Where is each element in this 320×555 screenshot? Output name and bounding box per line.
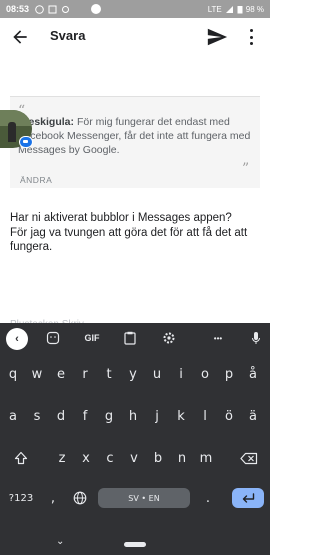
key-o[interactable]: o <box>194 359 216 389</box>
key-r[interactable]: r <box>74 359 96 389</box>
key-d[interactable]: d <box>50 401 72 431</box>
key-aring[interactable]: å <box>242 359 264 389</box>
chat-badge-icon <box>19 136 33 148</box>
system-nav-bar: ⌄ <box>0 533 270 555</box>
backspace-icon[interactable] <box>234 443 264 473</box>
key-z[interactable]: z <box>50 443 74 473</box>
globe-icon[interactable] <box>68 483 92 513</box>
key-f[interactable]: f <box>74 401 96 431</box>
more-options-icon[interactable]: ••• <box>206 329 230 347</box>
key-h[interactable]: h <box>122 401 144 431</box>
clipboard-icon[interactable] <box>122 329 138 347</box>
symbols-key[interactable]: ?123 <box>4 483 38 513</box>
image-icon <box>48 5 57 13</box>
status-right: LTE 98 % <box>208 5 264 14</box>
key-p[interactable]: p <box>218 359 240 389</box>
network-label: LTE <box>207 4 222 14</box>
period-key[interactable]: . <box>196 483 220 513</box>
page-title: Svara <box>50 28 86 43</box>
home-pill[interactable] <box>124 542 146 547</box>
key-l[interactable]: l <box>194 401 216 431</box>
keyboard: ‹ GIF ••• q w e r t y u i o p å a s d f … <box>0 323 270 555</box>
more-vert-icon[interactable] <box>246 26 256 48</box>
key-i[interactable]: i <box>170 359 192 389</box>
collapse-keyboard-icon[interactable]: ‹ <box>6 328 28 350</box>
quoted-comment: “ Dieskigula: För mig fungerar det endas… <box>10 96 260 188</box>
close-quote-icon: ” <box>242 161 250 177</box>
battery-label: 98 % <box>245 4 264 14</box>
edit-quote-button[interactable]: ÄNDRA <box>20 175 52 185</box>
key-v[interactable]: v <box>122 443 146 473</box>
arrow-left-icon[interactable] <box>10 27 30 47</box>
key-t[interactable]: t <box>98 359 120 389</box>
status-time: 08:53 <box>6 4 30 14</box>
key-w[interactable]: w <box>26 359 48 389</box>
signal-icon <box>225 5 233 13</box>
app-bar: Svara <box>0 18 270 56</box>
key-u[interactable]: u <box>146 359 168 389</box>
chevron-down-icon[interactable]: ⌄ <box>56 536 64 547</box>
microphone-icon[interactable] <box>248 329 264 347</box>
keyboard-toolbar: ‹ GIF ••• <box>0 323 270 353</box>
reply-input[interactable]: Har ni aktiverat bubblor i Messages appe… <box>10 211 262 255</box>
send-icon[interactable] <box>206 26 228 48</box>
gif-button[interactable]: GIF <box>80 329 104 347</box>
key-c[interactable]: c <box>98 443 122 473</box>
key-s[interactable]: s <box>26 401 48 431</box>
sync-icon <box>62 5 70 13</box>
key-b[interactable]: b <box>146 443 170 473</box>
key-j[interactable]: j <box>146 401 168 431</box>
messages-icon <box>35 4 44 14</box>
quoted-text: Dieskigula: För mig fungerar det endast … <box>18 115 254 157</box>
key-y[interactable]: y <box>122 359 144 389</box>
space-key[interactable]: SV • EN <box>98 488 190 508</box>
key-x[interactable]: x <box>74 443 98 473</box>
shift-icon[interactable] <box>6 443 36 473</box>
key-e[interactable]: e <box>50 359 72 389</box>
sticker-icon[interactable] <box>44 329 62 347</box>
key-g[interactable]: g <box>98 401 120 431</box>
screen: { "statusbar": { "time": "08:53", "netwo… <box>0 0 270 555</box>
settings-gear-icon[interactable] <box>160 329 178 347</box>
key-q[interactable]: q <box>2 359 24 389</box>
status-bar: 08:53 LTE 98 % <box>0 0 270 18</box>
key-m[interactable]: m <box>194 443 218 473</box>
key-n[interactable]: n <box>170 443 194 473</box>
camera-dot <box>91 4 101 14</box>
comma-key[interactable]: , <box>42 483 64 513</box>
notification-icons <box>35 4 70 14</box>
battery-icon <box>237 5 243 13</box>
key-a[interactable]: a <box>2 401 24 431</box>
enter-icon[interactable] <box>232 488 264 508</box>
key-k[interactable]: k <box>170 401 192 431</box>
key-oumlaut[interactable]: ö <box>218 401 240 431</box>
key-aumlaut[interactable]: ä <box>242 401 264 431</box>
